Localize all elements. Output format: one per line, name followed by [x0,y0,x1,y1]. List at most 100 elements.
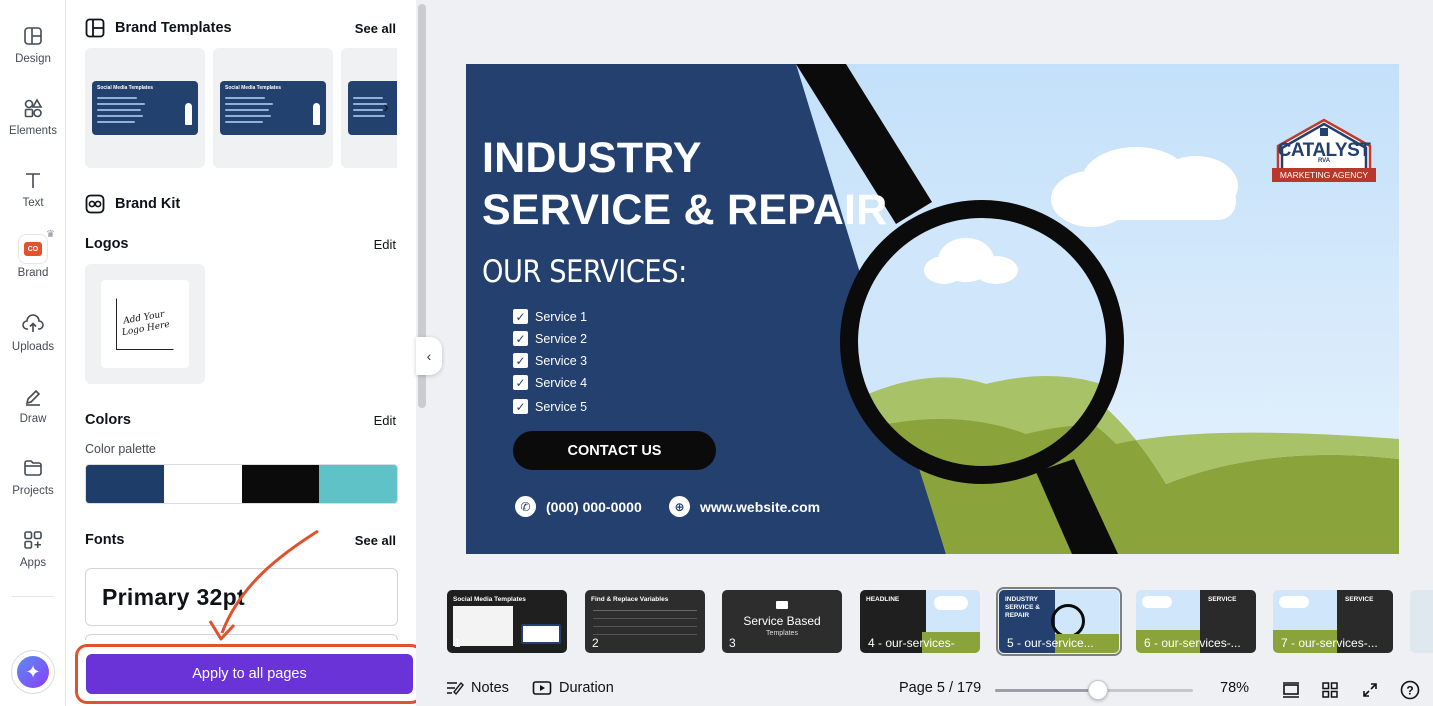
chevron-left-icon: ‹ [426,348,432,364]
thumb-label: 6 - our-services-... [1144,636,1241,650]
contact-us-button[interactable]: CONTACT US [513,431,716,470]
zoom-level[interactable]: 78% [1220,680,1249,696]
service-label: Service 3 [535,353,588,368]
brand-templates-title: Brand Templates [115,20,232,36]
brand-template-card[interactable]: Social Media Templates [85,48,205,168]
fullscreen-icon[interactable] [1360,680,1380,700]
zoom-slider-fill [995,689,1098,692]
thumb-label: 4 - our-services- [868,636,955,650]
rail-label: Text [22,197,44,209]
services-title[interactable]: OUR SERVICES: [482,254,687,290]
thumb-label: 3 [729,636,736,650]
page-thumbnail[interactable]: HEADLINE 4 - our-services- [860,590,980,653]
thumb-title: Find & Replace Variables [591,596,669,603]
svg-text:?: ? [1406,684,1413,698]
page-thumbnail[interactable]: Find & Replace Variables 2 [585,590,705,653]
design-icon [21,24,45,48]
page-thumbnail[interactable]: SERVICE 7 - our-services-... [1273,590,1393,653]
service-item[interactable]: ✓ Service 3 [513,353,587,368]
notes-button[interactable]: Notes [445,680,509,696]
page-thumbnail[interactable]: Service Based Templates 3 [722,590,842,653]
grid-view-icon[interactable] [1320,680,1340,700]
fonts-see-all[interactable]: See all [355,533,396,548]
logo-card[interactable]: Add Your Logo Here [85,264,205,384]
logo-ribbon: MARKETING AGENCY [1272,168,1376,182]
color-swatch[interactable] [319,465,397,503]
service-label: Service 5 [535,399,588,414]
chevron-right-icon[interactable]: › [375,94,397,122]
rail-label: Apps [19,557,47,569]
checkbox-icon: ✓ [513,309,528,324]
thumb-label: 5 - our-service... [1007,636,1094,650]
crown-icon: ♛ [46,229,55,240]
service-label: Service 2 [535,331,588,346]
uploads-icon [21,312,45,336]
thumb-title: INDUSTRY SERVICE & REPAIR [1005,596,1040,619]
duration-button[interactable]: Duration [532,680,614,696]
zoom-slider-handle[interactable] [1087,680,1108,700]
collapse-panel-button[interactable]: ‹ [416,337,442,375]
catalyst-logo[interactable]: CATALYST RVA MARKETING AGENCY [1272,116,1376,188]
rail-item-draw[interactable]: Draw [0,374,66,438]
phone-icon: ✆ [515,496,536,517]
apps-icon [21,528,45,552]
rail-label: Draw [19,413,47,425]
footer-bar: Notes Duration Page 5 / 179 78% ? [430,672,1433,706]
apply-to-all-pages-button[interactable]: Apply to all pages [86,654,413,694]
service-item[interactable]: ✓ Service 1 [513,309,587,324]
rail-item-brand[interactable]: CO ♛ Brand [0,229,66,294]
color-swatch[interactable] [86,465,164,503]
fonts-title: Fonts [85,532,125,548]
rail-label: Projects [12,485,54,497]
rail-item-text[interactable]: Text [0,158,66,222]
rail-item-elements[interactable]: Elements [0,86,66,150]
template-thumbnail: Social Media Templates [220,81,326,135]
service-item[interactable]: ✓ Service 4 [513,375,587,390]
page-thumbnail-partial[interactable] [1410,590,1433,653]
service-item[interactable]: ✓ Service 5 [513,399,587,414]
brand-icon: CO ♛ [18,229,55,264]
phone-info[interactable]: ✆ (000) 000-0000 [515,496,642,517]
left-rail: Design Elements Text CO ♛ Brand Uploads … [0,0,66,706]
rail-item-projects[interactable]: Projects [0,446,66,510]
draw-icon [21,384,45,408]
brand-templates-see-all[interactable]: See all [355,21,396,36]
design-canvas[interactable]: INDUSTRY SERVICE & REPAIR OUR SERVICES: … [466,64,1399,554]
page-thumbnail[interactable]: Social Media Templates 1 [447,590,567,653]
zoom-slider[interactable] [995,680,1193,700]
help-icon[interactable]: ? [1400,680,1420,700]
rail-item-uploads[interactable]: Uploads [0,302,66,366]
page-indicator[interactable]: Page 5 / 179 [899,680,981,696]
service-item[interactable]: ✓ Service 2 [513,331,587,346]
color-swatch[interactable] [163,465,242,503]
notes-label: Notes [471,680,509,696]
rail-item-apps[interactable]: Apps [0,518,66,582]
thumb-title: Social Media Templates [453,596,526,603]
headline-line-1[interactable]: INDUSTRY [482,132,702,184]
website-info[interactable]: ⊕ www.website.com [669,496,820,517]
projects-icon [21,456,45,480]
rocket-icon [185,103,192,125]
logo-sub: RVA [1317,158,1331,164]
brand-badge-text: CO [24,242,42,256]
brand-kit-title: Brand Kit [115,196,181,212]
page-thumbnail-selected[interactable]: INDUSTRY SERVICE & REPAIR 5 - our-servic… [996,587,1122,656]
logos-edit-link[interactable]: Edit [374,237,396,252]
colors-edit-link[interactable]: Edit [374,413,396,428]
page-thumbnail[interactable]: SERVICE 6 - our-services-... [1136,590,1256,653]
logo-placeholder: Add Your Logo Here [101,280,189,368]
template-card-title: Social Media Templates [225,85,282,91]
checkbox-icon: ✓ [513,375,528,390]
thumb-title: Service Based [743,614,821,628]
rail-label: Brand [17,267,49,279]
colors-title: Colors [85,412,131,428]
rail-label: Elements [9,125,57,137]
magic-assistant-button[interactable]: ✦ [11,650,55,694]
rail-item-design[interactable]: Design [0,14,66,78]
headline-line-2[interactable]: SERVICE & REPAIR [482,184,887,236]
brand-template-card[interactable]: Social Media Templates [213,48,333,168]
brand-templates-header: Brand Templates [85,18,232,38]
page-view-icon[interactable] [1281,680,1301,700]
color-swatch[interactable] [241,465,320,503]
template-thumbnail: Social Media Templates [92,81,198,135]
